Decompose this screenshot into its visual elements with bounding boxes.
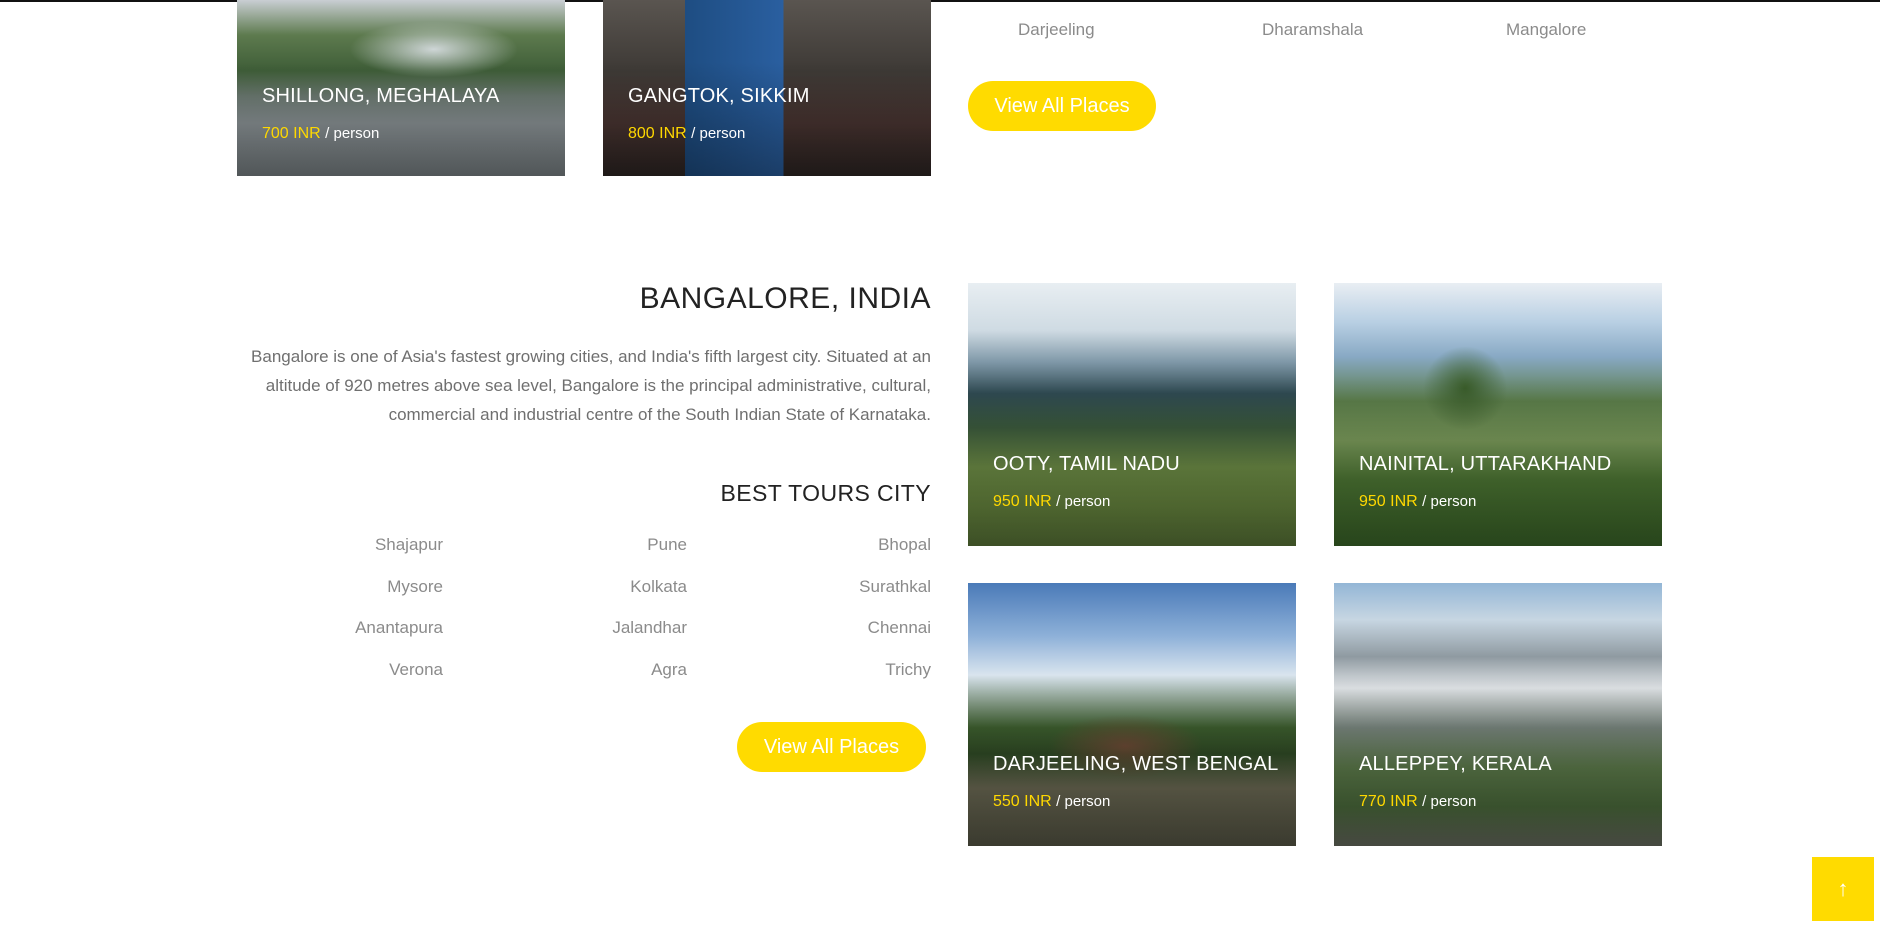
arrow-up-icon: ↑ [1837,876,1849,901]
city-link[interactable]: Verona [389,660,443,680]
best-tours-title: BEST TOURS CITY [720,480,931,506]
tour-card-alleppey[interactable]: ALLEPPEY, KERALA 770 INR / person [1334,583,1662,846]
price-amount: 770 INR [1359,793,1418,810]
scroll-to-top-button[interactable]: ↑ [1812,857,1874,921]
city-link[interactable]: Jalandhar [612,618,687,638]
card-title: SHILLONG, MEGHALAYA [262,85,500,107]
price-amount: 700 INR [262,125,321,142]
view-all-places-button[interactable]: View All Places [737,722,926,772]
card-price: 550 INR / person [993,793,1110,811]
tour-card-darjeeling[interactable]: DARJEELING, WEST BENGAL 550 INR / person [968,583,1296,846]
card-price: 800 INR / person [628,125,745,143]
tour-card-shillong[interactable]: SHILLONG, MEGHALAYA 700 INR / person [237,0,565,176]
card-title: ALLEPPEY, KERALA [1359,753,1552,775]
price-amount: 550 INR [993,793,1052,810]
card-price: 770 INR / person [1359,793,1476,811]
price-unit: / person [1056,493,1111,510]
card-title: OOTY, TAMIL NADU [993,453,1180,475]
city-link[interactable]: Bhopal [878,535,931,555]
card-price: 700 INR / person [262,125,379,143]
card-price: 950 INR / person [993,493,1110,511]
price-unit: / person [1422,793,1477,810]
section-description: Bangalore is one of Asia's fastest growi… [251,347,931,424]
city-link[interactable]: Kolkata [630,577,687,597]
view-all-places-button[interactable]: View All Places [968,81,1156,131]
city-link[interactable]: Shajapur [375,535,443,555]
card-title: NAINITAL, UTTARAKHAND [1359,453,1612,475]
card-title: GANGTOK, SIKKIM [628,85,810,107]
price-amount: 950 INR [993,493,1052,510]
price-unit: / person [691,125,746,142]
card-title: DARJEELING, WEST BENGAL [993,753,1279,775]
city-link[interactable]: Chennai [868,618,931,638]
price-unit: / person [325,125,380,142]
city-link[interactable]: Mangalore [1506,20,1586,40]
tour-card-gangtok[interactable]: GANGTOK, SIKKIM 800 INR / person [603,0,931,176]
city-link[interactable]: Trichy [885,660,931,680]
price-amount: 950 INR [1359,493,1418,510]
tour-card-nainital[interactable]: NAINITAL, UTTARAKHAND 950 INR / person [1334,283,1662,546]
city-link[interactable]: Agra [651,660,687,680]
city-link[interactable]: Darjeeling [1018,20,1095,40]
city-link[interactable]: Mysore [387,577,443,597]
city-link[interactable]: Surathkal [859,577,931,597]
section-title: BANGALORE, INDIA [639,282,931,315]
price-unit: / person [1422,493,1477,510]
card-price: 950 INR / person [1359,493,1476,511]
tour-card-ooty[interactable]: OOTY, TAMIL NADU 950 INR / person [968,283,1296,546]
city-link[interactable]: Pune [647,535,687,555]
price-amount: 800 INR [628,125,687,142]
city-link[interactable]: Dharamshala [1262,20,1363,40]
price-unit: / person [1056,793,1111,810]
city-link[interactable]: Anantapura [355,618,443,638]
